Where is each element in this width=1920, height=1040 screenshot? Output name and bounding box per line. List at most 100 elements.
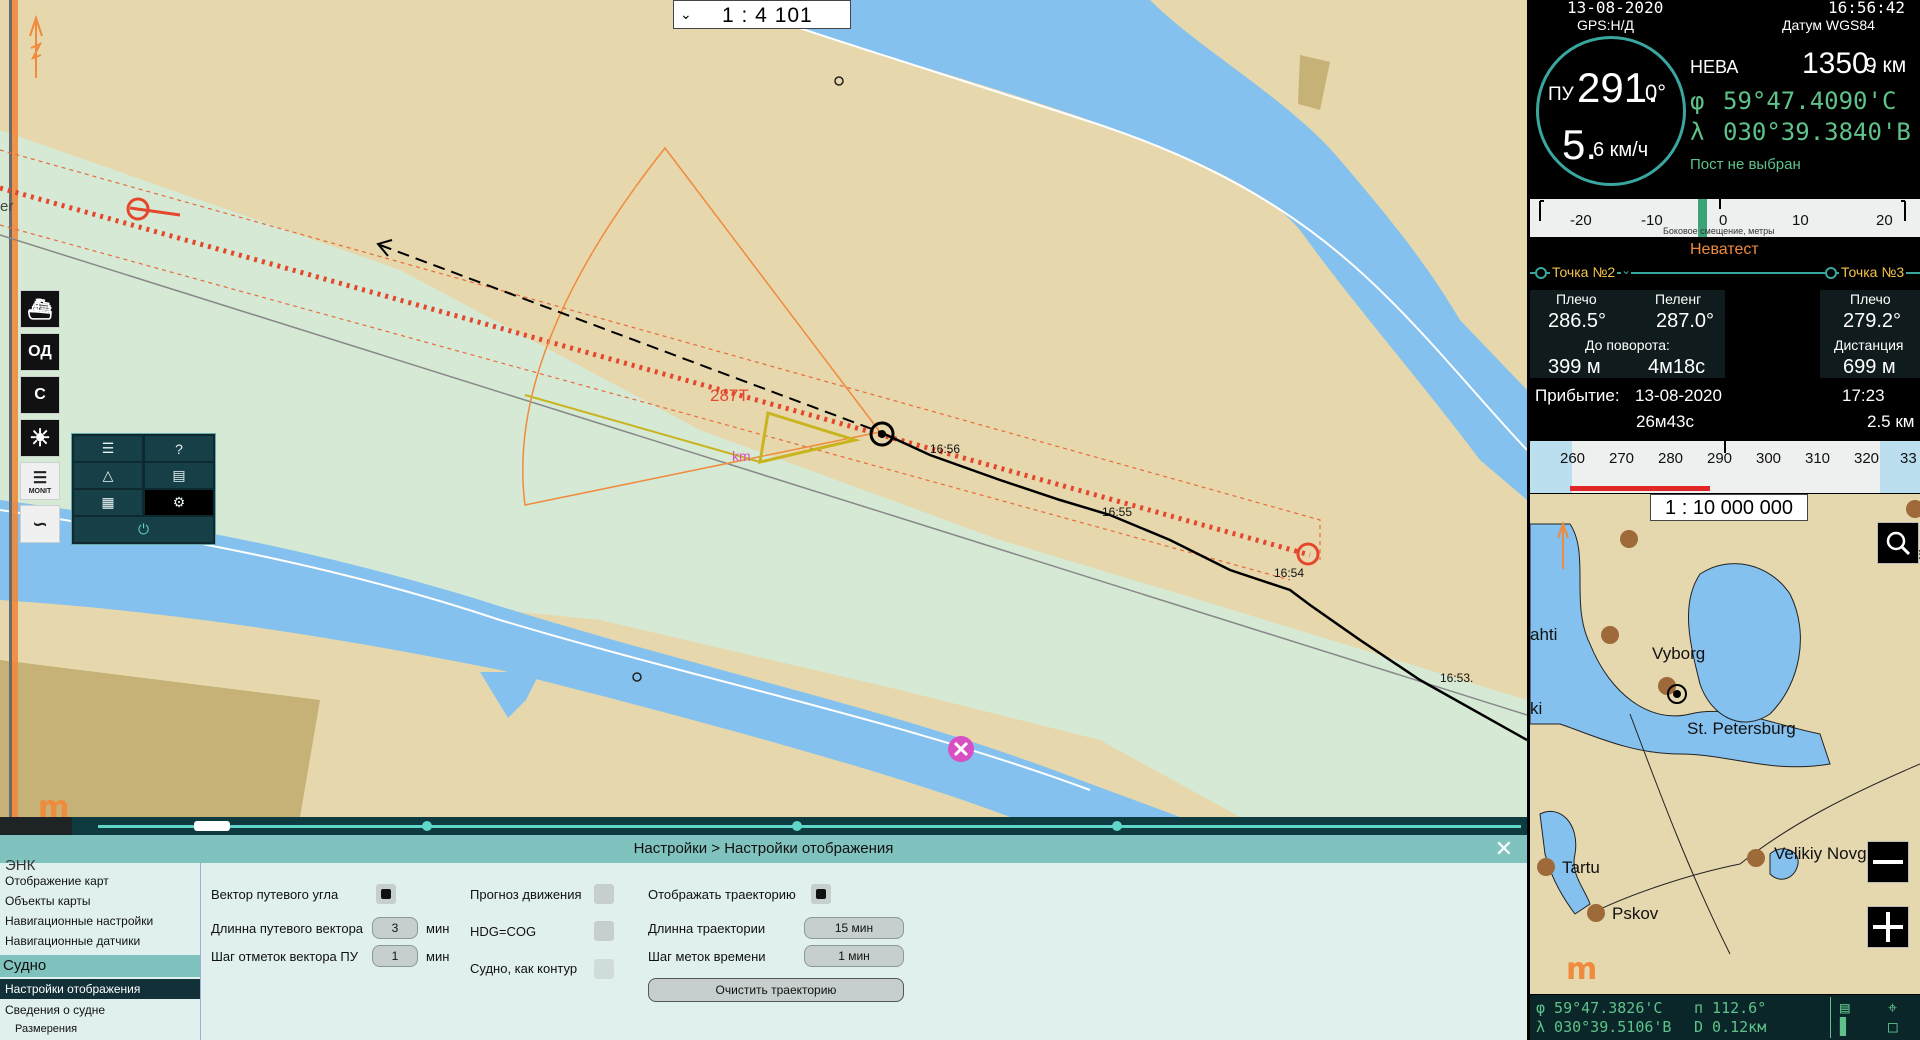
chevron-down-icon[interactable]: ⌄ bbox=[1621, 263, 1632, 277]
time-readout: 16:56:42 bbox=[1828, 0, 1906, 17]
tide-button[interactable]: ∽ bbox=[20, 505, 60, 543]
datum-label: Датум WGS84 bbox=[1782, 17, 1875, 33]
heading-tick: 320 bbox=[1854, 450, 1880, 467]
heading-tick: 310 bbox=[1805, 450, 1831, 467]
distance-value: 699 м bbox=[1843, 356, 1896, 378]
track-length-input[interactable]: 15 мин bbox=[804, 917, 904, 939]
vector-step-label: Шаг отметок вектора ПУ bbox=[211, 949, 359, 964]
overview-canvas bbox=[1530, 500, 1920, 955]
edge-label: ahti bbox=[1530, 625, 1558, 644]
city-label: Vyborg bbox=[1652, 644, 1706, 663]
heading-tick: 280 bbox=[1658, 450, 1684, 467]
track-timeline[interactable] bbox=[72, 817, 1527, 835]
heading-tick: 33 bbox=[1900, 450, 1917, 467]
wp-current[interactable]: Точка №2 bbox=[1550, 264, 1618, 280]
sidebar-item-objects[interactable]: Объекты карты bbox=[5, 894, 91, 908]
heading-tick: 290 bbox=[1707, 450, 1733, 467]
plus-icon bbox=[1873, 912, 1903, 942]
city-label: Tartu bbox=[1562, 858, 1600, 877]
zoom-out-button[interactable] bbox=[1867, 841, 1909, 883]
vector-length-input[interactable]: 3 bbox=[372, 917, 418, 939]
quick-panel: ☰ ? △ ▤ ▦ ⚙ ⏻ bbox=[71, 433, 216, 545]
power-icon[interactable]: ⏻ bbox=[73, 516, 214, 543]
vector-step-input[interactable]: 1 bbox=[372, 945, 418, 967]
sidebar-section-vessel[interactable]: Судно bbox=[0, 955, 200, 977]
turn-time: 4м18с bbox=[1648, 356, 1706, 378]
cursor-lon: λ 030°39.5106'В bbox=[1536, 1018, 1672, 1036]
city-label: St. Petersburg bbox=[1687, 719, 1796, 738]
sidebar-item-dimensions[interactable]: Размерения bbox=[15, 1023, 77, 1035]
edge-label: ki bbox=[1530, 699, 1543, 718]
hdg-cog-checkbox[interactable] bbox=[594, 921, 614, 941]
xte-tick: 20 bbox=[1876, 212, 1893, 229]
arrival-time: 17:23 bbox=[1842, 386, 1885, 405]
cursor-status-bar: φ 59°47.3826'С λ 030°39.5106'В п 112.6° … bbox=[1530, 995, 1920, 1040]
heading-tick: 270 bbox=[1609, 450, 1635, 467]
course-label: ПУ bbox=[1548, 84, 1574, 105]
list-icon[interactable]: ☰ bbox=[73, 435, 143, 462]
signal-icon[interactable]: ▤ bbox=[1840, 998, 1850, 1017]
speed-decimal: 6 км/ч bbox=[1593, 139, 1649, 161]
day-night-button[interactable]: ☀ bbox=[20, 419, 60, 457]
track-label: Отображать траекторию bbox=[648, 887, 796, 902]
contour-checkbox[interactable] bbox=[594, 959, 614, 979]
date-readout: 13-08-2020 bbox=[1567, 0, 1664, 17]
map-book-icon: ☰ bbox=[32, 469, 48, 487]
ship-view-button[interactable]: ⛴ bbox=[20, 290, 60, 328]
track-checkbox[interactable] bbox=[811, 884, 831, 904]
arrival-remaining: 26м43с bbox=[1636, 412, 1695, 431]
sidebar-item-charts[interactable]: Отображение карт bbox=[5, 874, 109, 888]
settings-icon[interactable]: ⚙ bbox=[144, 489, 214, 516]
sidebar-item-navigation[interactable]: Навигационные настройки bbox=[5, 914, 153, 928]
time-step-input[interactable]: 1 мин bbox=[804, 945, 904, 967]
search-icon[interactable] bbox=[1877, 522, 1919, 564]
speed-value: 5. bbox=[1562, 121, 1598, 168]
sidebar-item-sensors[interactable]: Навигационные датчики bbox=[5, 934, 140, 948]
edge-label: er bbox=[0, 198, 14, 215]
map-tools-icon[interactable]: ▦ bbox=[73, 489, 143, 516]
display-icon[interactable]: □ bbox=[1888, 1017, 1898, 1036]
turn-distance: 399 м bbox=[1548, 356, 1601, 378]
od-button[interactable]: ОД bbox=[20, 333, 60, 371]
xte-tick: 10 bbox=[1792, 212, 1809, 229]
xte-ruler: -20 -10 0 10 20 Боковое смещение, метры bbox=[1530, 199, 1920, 237]
overview-map[interactable]: 1 : 10 000 000 Vyborg St. Petersburg Tar… bbox=[1530, 494, 1920, 994]
nav-chart[interactable]: er 287T km 16:56 16:55 16:54 16:53. ⌄ 1 … bbox=[0, 0, 1527, 817]
close-icon[interactable]: ✕ bbox=[1495, 836, 1513, 862]
bars-icon[interactable]: ▋ bbox=[1840, 1017, 1850, 1036]
sidebar-item-vessel-info[interactable]: Сведения о судне bbox=[5, 1003, 105, 1017]
cursor-distance: D 0.12км bbox=[1694, 1018, 1767, 1036]
timeline-mark[interactable] bbox=[422, 821, 432, 831]
help-icon[interactable]: ? bbox=[144, 435, 214, 462]
c-button[interactable]: С bbox=[20, 376, 60, 414]
heading-tick: 300 bbox=[1756, 450, 1782, 467]
time-step-label: Шаг меток времени bbox=[648, 949, 766, 964]
chart-scale-selector[interactable]: ⌄ 1 : 4 101 bbox=[673, 0, 851, 29]
timeline-mark[interactable] bbox=[1112, 821, 1122, 831]
curve-icon: ∽ bbox=[32, 513, 48, 534]
overview-scale[interactable]: 1 : 10 000 000 bbox=[1650, 494, 1808, 521]
chevron-down-icon: ⌄ bbox=[680, 6, 692, 22]
sidebar-cut-item[interactable]: ЭНК bbox=[5, 857, 35, 874]
timeline-mark[interactable] bbox=[792, 821, 802, 831]
next-leg-value: 279.2° bbox=[1843, 310, 1902, 332]
timeline-handle[interactable] bbox=[194, 821, 230, 831]
target-icon[interactable]: ⌖ bbox=[1888, 998, 1897, 1018]
zoom-in-button[interactable] bbox=[1867, 906, 1909, 948]
vector-step-unit: мин bbox=[426, 949, 450, 964]
triangle-icon[interactable]: △ bbox=[73, 462, 143, 489]
next-leg-label: Плечо bbox=[1850, 291, 1891, 307]
forecast-checkbox[interactable] bbox=[594, 884, 614, 904]
gps-status: GPS:Н/Д bbox=[1577, 17, 1634, 33]
forecast-label: Прогноз движения bbox=[470, 887, 582, 902]
vector-checkbox[interactable] bbox=[376, 884, 396, 904]
map-layers-icon[interactable]: ▤ bbox=[144, 462, 214, 489]
leg-value: 286.5° bbox=[1548, 310, 1607, 332]
heading-error-bar bbox=[1570, 486, 1710, 491]
monit-button[interactable]: ☰ MONIT bbox=[20, 462, 60, 500]
sidebar-item-display[interactable]: Настройки отображения bbox=[0, 979, 200, 999]
post-status: Пост не выбран bbox=[1690, 156, 1801, 173]
lat-symbol: φ bbox=[1690, 87, 1705, 115]
time-label-1655: 16:55 bbox=[1102, 505, 1133, 519]
clear-track-button[interactable]: Очистить траекторию bbox=[648, 978, 904, 1002]
